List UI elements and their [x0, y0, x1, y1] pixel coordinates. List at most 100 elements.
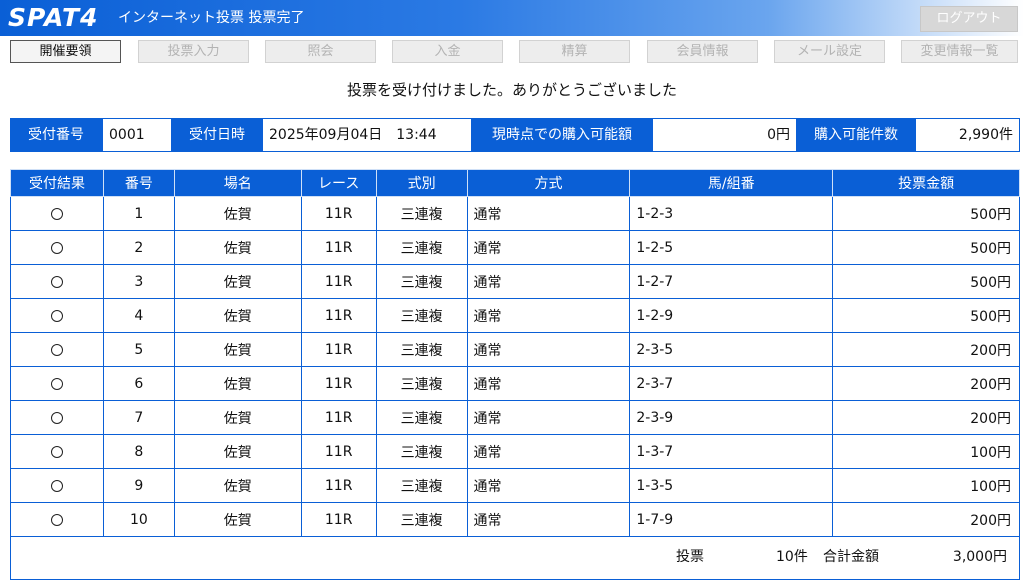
result-cell [10, 264, 104, 299]
total-amount-label: 合計金額 [823, 549, 879, 565]
spat4-logo: SPAT4 [8, 3, 99, 32]
table-row: 7 佐賀 11R 三連複 通常 2-3-9 200円 [10, 400, 1020, 435]
col-header-amount: 投票金額 [832, 169, 1020, 197]
accepted-circle-icon [50, 309, 63, 322]
confirmation-message: 投票を受け付けました。ありがとうございました [346, 81, 677, 99]
combination-cell: 1-3-5 [629, 468, 834, 503]
nav-change-list-button[interactable]: 変更情報一覧 [901, 40, 1018, 63]
amount-cell: 200円 [832, 400, 1020, 435]
bet-type-cell: 三連複 [375, 264, 468, 299]
main-nav: 開催要領 投票入力 照会 入金 精算 会員情報 メール設定 変更情報一覧 [0, 37, 1024, 65]
combination-cell: 2-3-5 [629, 332, 834, 367]
table-row: 6 佐賀 11R 三連複 通常 2-3-7 200円 [10, 366, 1020, 401]
venue-cell: 佐賀 [173, 400, 302, 435]
col-header-bet-type: 式別 [375, 169, 468, 197]
nav-inquiry-button[interactable]: 照会 [265, 40, 376, 63]
combination-cell: 1-2-3 [629, 196, 834, 231]
bet-type-cell: 三連複 [375, 230, 468, 265]
venue-cell: 佐賀 [173, 366, 302, 401]
result-cell [10, 434, 104, 469]
result-cell [10, 230, 104, 265]
method-cell: 通常 [466, 366, 631, 401]
amount-cell: 500円 [832, 196, 1020, 231]
venue-cell: 佐賀 [173, 468, 302, 503]
nav-vote-input-button[interactable]: 投票入力 [138, 40, 249, 63]
accepted-circle-icon [50, 377, 63, 390]
race-cell: 11R [300, 298, 377, 333]
method-cell: 通常 [466, 468, 631, 503]
venue-cell: 佐賀 [173, 264, 302, 299]
combination-cell: 1-2-5 [629, 230, 834, 265]
vote-results-table: 受付結果 番号 場名 レース 式別 方式 馬/組番 投票金額 1 佐賀 11R 三連複… [10, 169, 1020, 537]
number-cell: 2 [102, 230, 175, 265]
number-cell: 6 [102, 366, 175, 401]
vote-count: 10件 [776, 549, 808, 565]
race-cell: 11R [300, 196, 377, 231]
number-cell: 8 [102, 434, 175, 469]
balance-value: 0円 [652, 118, 797, 152]
combination-cell: 1-2-9 [629, 298, 834, 333]
receipt-time-label: 受付日時 [172, 118, 262, 152]
bet-type-cell: 三連複 [375, 400, 468, 435]
nav-kaisai-button[interactable]: 開催要領 [10, 40, 121, 63]
result-cell [10, 298, 104, 333]
nav-settlement-button[interactable]: 精算 [519, 40, 630, 63]
venue-cell: 佐賀 [173, 434, 302, 469]
bet-type-cell: 三連複 [375, 434, 468, 469]
method-cell: 通常 [466, 196, 631, 231]
col-header-result: 受付結果 [10, 169, 104, 197]
combination-cell: 1-3-7 [629, 434, 834, 469]
receipt-time-value: 2025年09月04日 13:44 [262, 118, 472, 152]
result-cell [10, 332, 104, 367]
receipt-no-label: 受付番号 [10, 118, 102, 152]
method-cell: 通常 [466, 264, 631, 299]
number-cell: 1 [102, 196, 175, 231]
race-cell: 11R [300, 502, 377, 537]
accepted-circle-icon [50, 275, 63, 288]
accepted-circle-icon [50, 513, 63, 526]
method-cell: 通常 [466, 332, 631, 367]
bet-type-cell: 三連複 [375, 298, 468, 333]
method-cell: 通常 [466, 230, 631, 265]
result-cell [10, 400, 104, 435]
combination-cell: 2-3-7 [629, 366, 834, 401]
bet-type-cell: 三連複 [375, 196, 468, 231]
method-cell: 通常 [466, 502, 631, 537]
nav-deposit-button[interactable]: 入金 [392, 40, 503, 63]
col-header-number: 番号 [102, 169, 175, 197]
table-row: 8 佐賀 11R 三連複 通常 1-3-7 100円 [10, 434, 1020, 469]
race-cell: 11R [300, 332, 377, 367]
purchasable-count-label: 購入可能件数 [797, 118, 915, 152]
table-header-row: 受付結果 番号 場名 レース 式別 方式 馬/組番 投票金額 [10, 169, 1020, 197]
nav-mail-settings-button[interactable]: メール設定 [774, 40, 885, 63]
col-header-method: 方式 [466, 169, 631, 197]
amount-cell: 500円 [832, 230, 1020, 265]
purchasable-count-value: 2,990件 [915, 118, 1020, 152]
summary-row: 投票 10件 合計金額 3,000円 [10, 535, 1020, 580]
result-cell [10, 196, 104, 231]
method-cell: 通常 [466, 298, 631, 333]
table-row: 5 佐賀 11R 三連複 通常 2-3-5 200円 [10, 332, 1020, 367]
amount-cell: 500円 [832, 264, 1020, 299]
method-cell: 通常 [466, 434, 631, 469]
accepted-circle-icon [50, 445, 63, 458]
number-cell: 9 [102, 468, 175, 503]
race-cell: 11R [300, 264, 377, 299]
combination-cell: 1-2-7 [629, 264, 834, 299]
amount-cell: 200円 [832, 502, 1020, 537]
venue-cell: 佐賀 [173, 196, 302, 231]
nav-member-info-button[interactable]: 会員情報 [647, 40, 758, 63]
table-row: 2 佐賀 11R 三連複 通常 1-2-5 500円 [10, 230, 1020, 265]
result-cell [10, 502, 104, 537]
amount-cell: 500円 [832, 298, 1020, 333]
col-header-race: レース [300, 169, 377, 197]
accepted-circle-icon [50, 411, 63, 424]
logout-button[interactable]: ログアウト [920, 6, 1018, 32]
vote-label: 投票 [676, 549, 704, 565]
bet-type-cell: 三連複 [375, 468, 468, 503]
venue-cell: 佐賀 [173, 502, 302, 537]
accepted-circle-icon [50, 479, 63, 492]
race-cell: 11R [300, 434, 377, 469]
race-cell: 11R [300, 230, 377, 265]
result-cell [10, 366, 104, 401]
